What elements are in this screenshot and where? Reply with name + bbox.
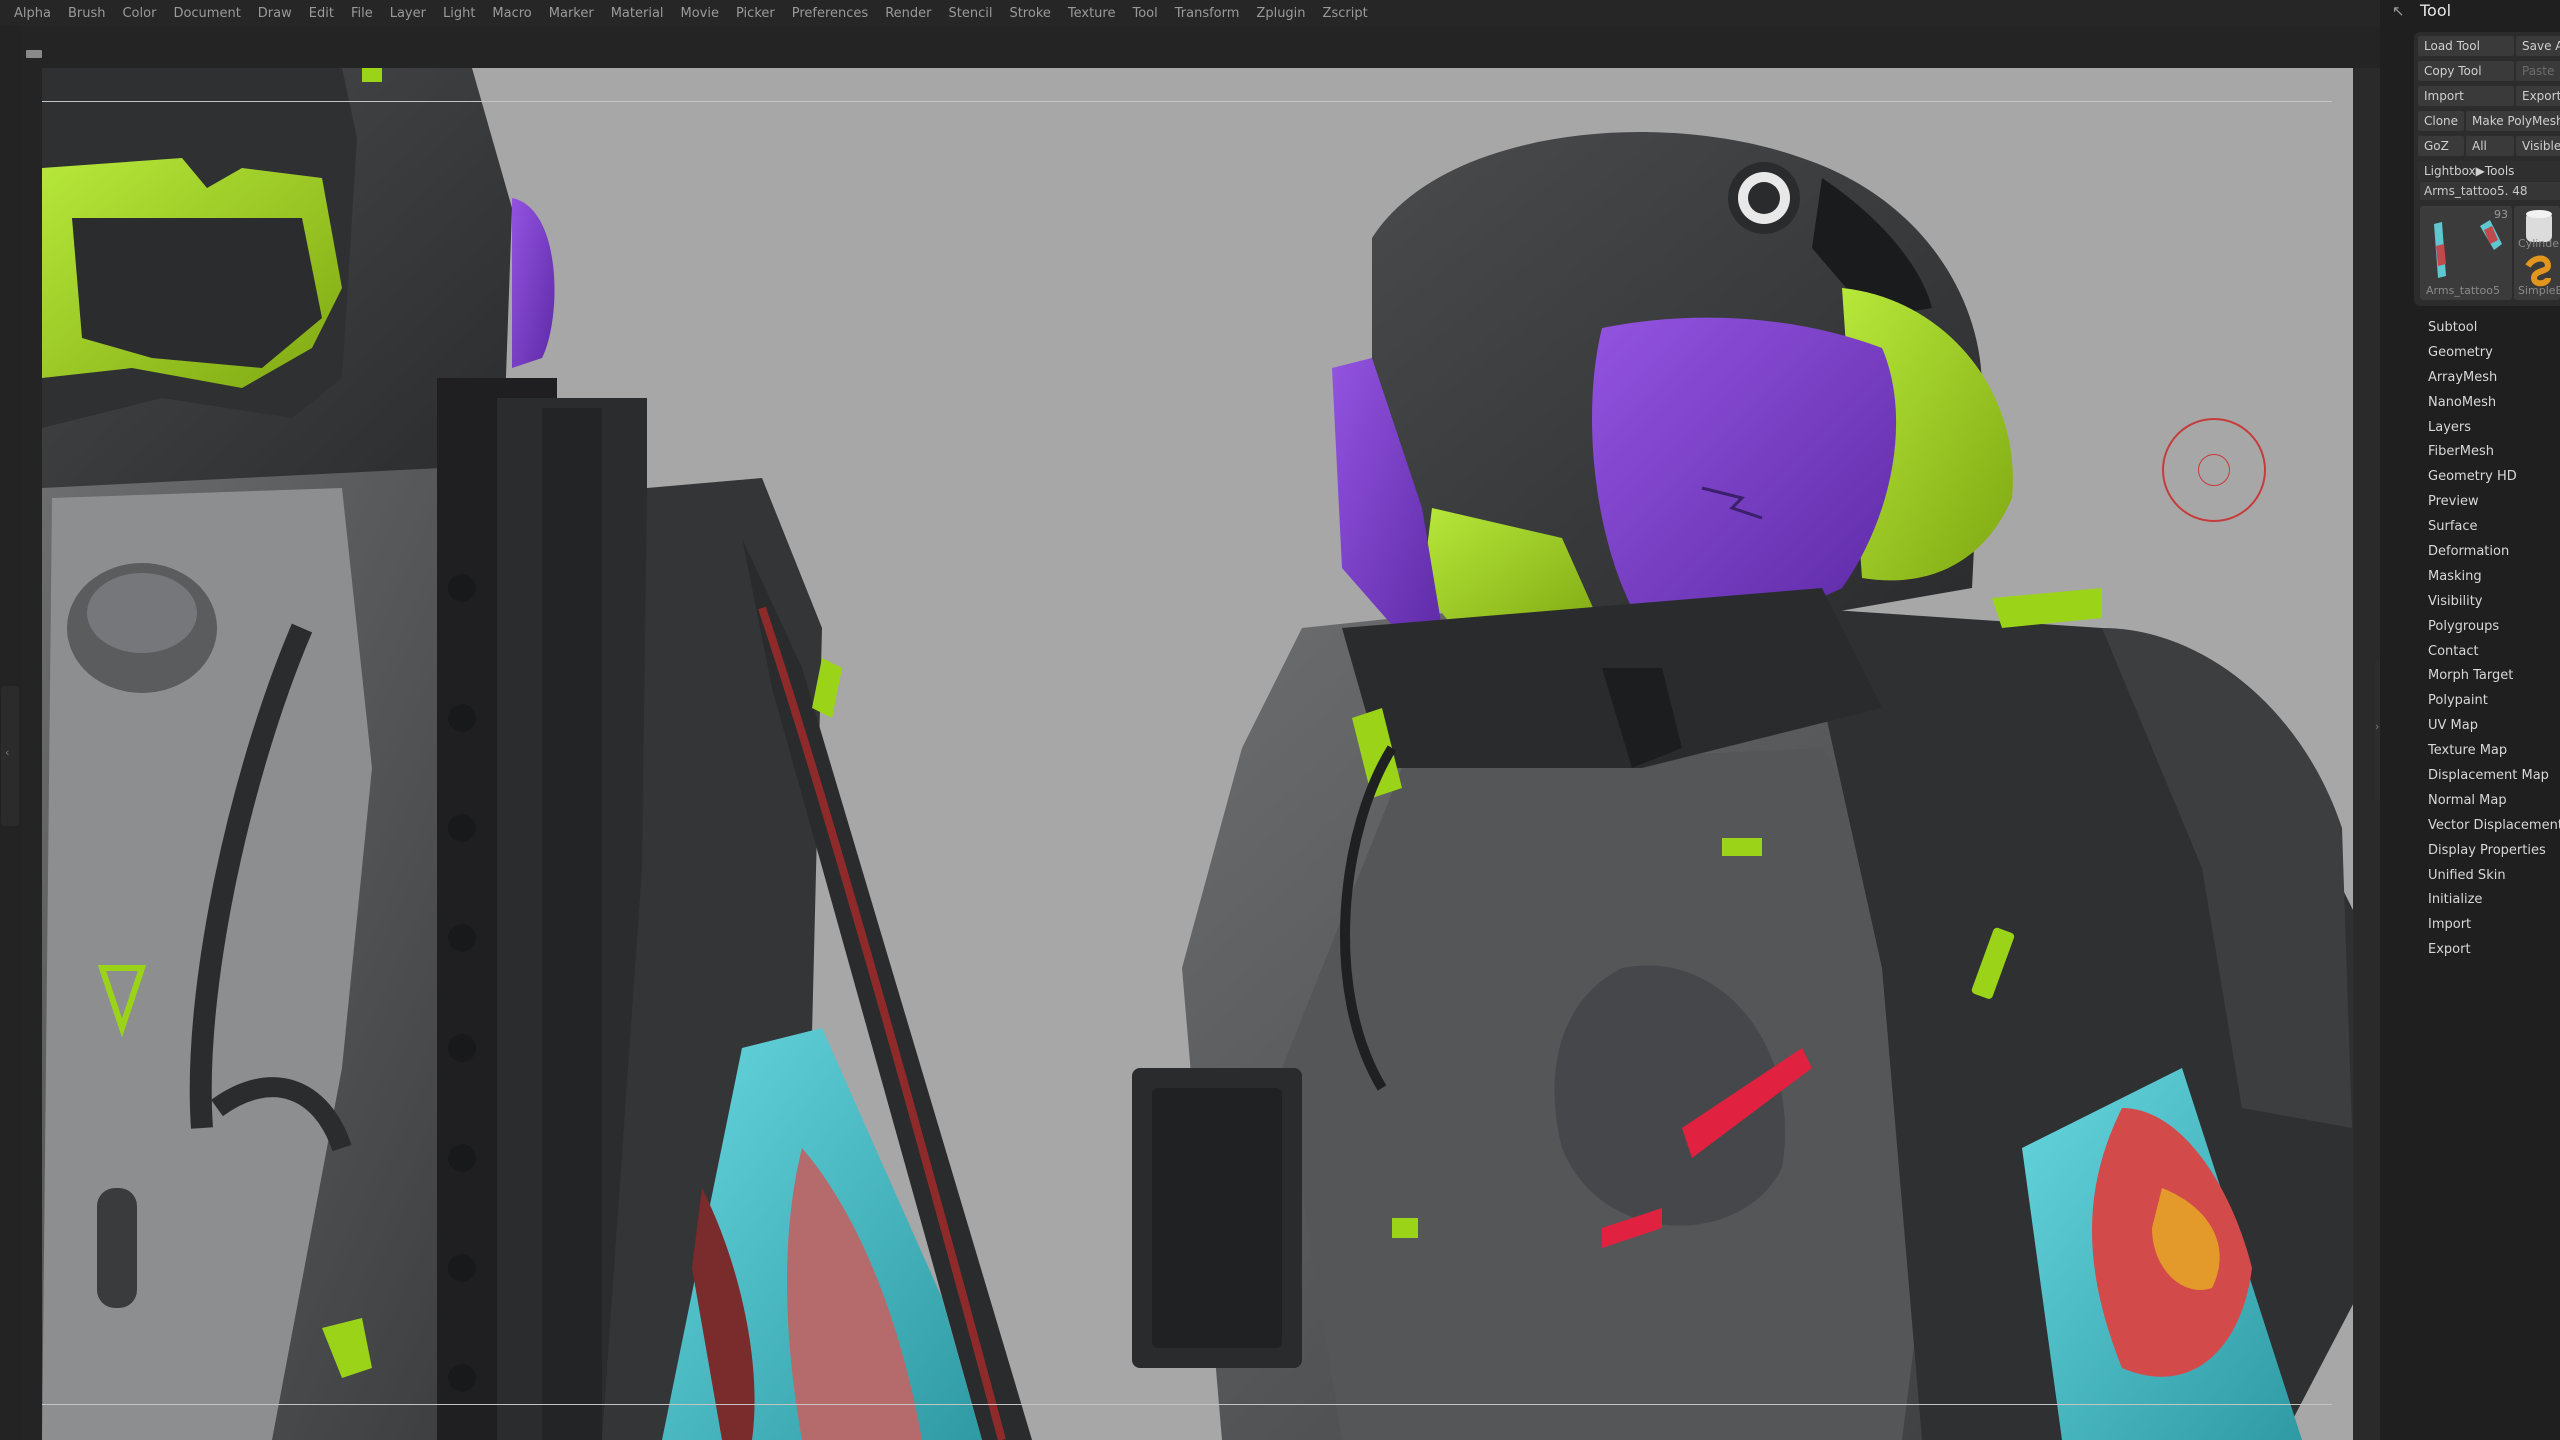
subpalette-initialize[interactable]: Initialize: [2380, 888, 2560, 913]
menu-file[interactable]: File: [351, 6, 373, 21]
import-button[interactable]: Import: [2418, 86, 2514, 106]
chevron-right-icon: ›: [2375, 720, 2380, 733]
right-figure: [1132, 132, 2353, 1440]
subpalette-fibermesh[interactable]: FiberMesh: [2380, 440, 2560, 465]
subpalette-polygroups[interactable]: Polygroups: [2380, 615, 2560, 640]
menu-macro[interactable]: Macro: [492, 6, 531, 21]
menu-transform[interactable]: Transform: [1175, 6, 1240, 21]
menu-tool[interactable]: Tool: [1132, 6, 1157, 21]
load-tool-button[interactable]: Load Tool: [2418, 36, 2514, 56]
subpalette-geometry[interactable]: Geometry: [2380, 341, 2560, 366]
subpalette-polypaint[interactable]: Polypaint: [2380, 689, 2560, 714]
subpalette-deformation[interactable]: Deformation: [2380, 540, 2560, 565]
menu-texture[interactable]: Texture: [1068, 6, 1116, 21]
menu-alpha[interactable]: Alpha: [14, 6, 51, 21]
subpalette-unified-skin[interactable]: Unified Skin: [2380, 864, 2560, 889]
subpalette-layers[interactable]: Layers: [2380, 416, 2560, 441]
menu-picker[interactable]: Picker: [736, 6, 775, 21]
subpalette-vector-displacement-map[interactable]: Vector Displacement Map: [2380, 814, 2560, 839]
tool-palette-header[interactable]: ↖ Tool: [2380, 0, 2560, 22]
canvas-guide-bottom: [42, 1404, 2332, 1405]
copy-tool-button[interactable]: Copy Tool: [2418, 61, 2514, 81]
save-as-button[interactable]: Save As: [2516, 36, 2560, 56]
subpalette-subtool[interactable]: Subtool: [2380, 316, 2560, 341]
subpalette-arraymesh[interactable]: ArrayMesh: [2380, 366, 2560, 391]
menu-edit[interactable]: Edit: [309, 6, 334, 21]
subpalette-normal-map[interactable]: Normal Map: [2380, 789, 2560, 814]
menu-material[interactable]: Material: [611, 6, 664, 21]
export-button[interactable]: Export: [2516, 86, 2560, 106]
menu-light[interactable]: Light: [443, 6, 475, 21]
menu-document[interactable]: Document: [173, 6, 240, 21]
subpalette-export[interactable]: Export: [2380, 938, 2560, 963]
document-viewport[interactable]: [42, 68, 2353, 1440]
sculpt-render: [42, 68, 2353, 1440]
subpalette-contact[interactable]: Contact: [2380, 640, 2560, 665]
document-handle[interactable]: [26, 50, 42, 58]
subpalette-geometry-hd[interactable]: Geometry HD: [2380, 465, 2560, 490]
left-tray: ‹: [0, 26, 22, 1440]
clone-button[interactable]: Clone: [2418, 111, 2464, 131]
chevron-left-icon: ‹: [5, 746, 10, 759]
tool-buttons-block: Load Tool Save As Copy Tool Paste Import…: [2414, 32, 2560, 306]
make-polymesh-button[interactable]: Make PolyMesh3D: [2466, 111, 2560, 131]
main-menu-bar: Alpha Brush Color Document Draw Edit File Layer…: [0, 0, 2380, 26]
tool-subpalette-list: Subtool Geometry ArrayMesh NanoMesh Layers Fi…: [2380, 316, 2560, 963]
subpalette-preview[interactable]: Preview: [2380, 490, 2560, 515]
goz-all-button[interactable]: All: [2466, 136, 2514, 156]
subpalette-visibility[interactable]: Visibility: [2380, 590, 2560, 615]
menu-zscript[interactable]: Zscript: [1323, 6, 1368, 21]
menu-stencil[interactable]: Stencil: [948, 6, 992, 21]
tool-thumbnail-current[interactable]: 93 Arms_tattoo5: [2420, 206, 2512, 300]
menu-draw[interactable]: Draw: [258, 6, 292, 21]
menu-preferences[interactable]: Preferences: [792, 6, 868, 21]
tool-palette: ↖ Tool Load Tool Save As Copy Tool Paste…: [2380, 0, 2560, 1440]
tool-thumbnail-count: 93: [2494, 208, 2508, 221]
pin-icon[interactable]: ↖: [2392, 2, 2405, 20]
goz-visible-button[interactable]: Visible: [2516, 136, 2560, 156]
palette-title: Tool: [2420, 1, 2452, 20]
menu-stroke[interactable]: Stroke: [1009, 6, 1050, 21]
subpalette-surface[interactable]: Surface: [2380, 515, 2560, 540]
subpalette-nanomesh[interactable]: NanoMesh: [2380, 391, 2560, 416]
tool-thumbnail-caption: Arms_tattoo5: [2426, 284, 2500, 297]
subpalette-displacement-map[interactable]: Displacement Map: [2380, 764, 2560, 789]
menu-layer[interactable]: Layer: [390, 6, 426, 21]
menu-color[interactable]: Color: [122, 6, 156, 21]
simplebrush-caption: SimpleBrush: [2518, 284, 2560, 297]
brush-draw-size-cursor: [2162, 418, 2266, 522]
subpalette-import[interactable]: Import: [2380, 913, 2560, 938]
paste-tool-button[interactable]: Paste: [2516, 61, 2560, 81]
subpalette-texture-map[interactable]: Texture Map: [2380, 739, 2560, 764]
tool-thumbnail-cylinder[interactable]: Cylinder3D SimpleBrush: [2514, 206, 2560, 300]
left-arm: [602, 478, 1032, 1440]
subpalette-masking[interactable]: Masking: [2380, 565, 2560, 590]
subpalette-display-properties[interactable]: Display Properties: [2380, 839, 2560, 864]
menu-brush[interactable]: Brush: [68, 6, 106, 21]
left-tray-toggle[interactable]: ‹: [1, 686, 19, 826]
subpalette-morph-target[interactable]: Morph Target: [2380, 664, 2560, 689]
subpalette-uv-map[interactable]: UV Map: [2380, 714, 2560, 739]
menu-marker[interactable]: Marker: [549, 6, 594, 21]
current-tool-label: Arms_tattoo5. 48: [2420, 182, 2560, 200]
lightbox-tools-button[interactable]: Lightbox▶Tools: [2418, 161, 2560, 181]
menu-render[interactable]: Render: [885, 6, 931, 21]
canvas-guide-top: [42, 101, 2332, 102]
cylinder-caption: Cylinder3D: [2518, 237, 2560, 250]
menu-movie[interactable]: Movie: [681, 6, 719, 21]
menu-zplugin[interactable]: Zplugin: [1256, 6, 1305, 21]
goz-button[interactable]: GoZ: [2418, 136, 2464, 156]
